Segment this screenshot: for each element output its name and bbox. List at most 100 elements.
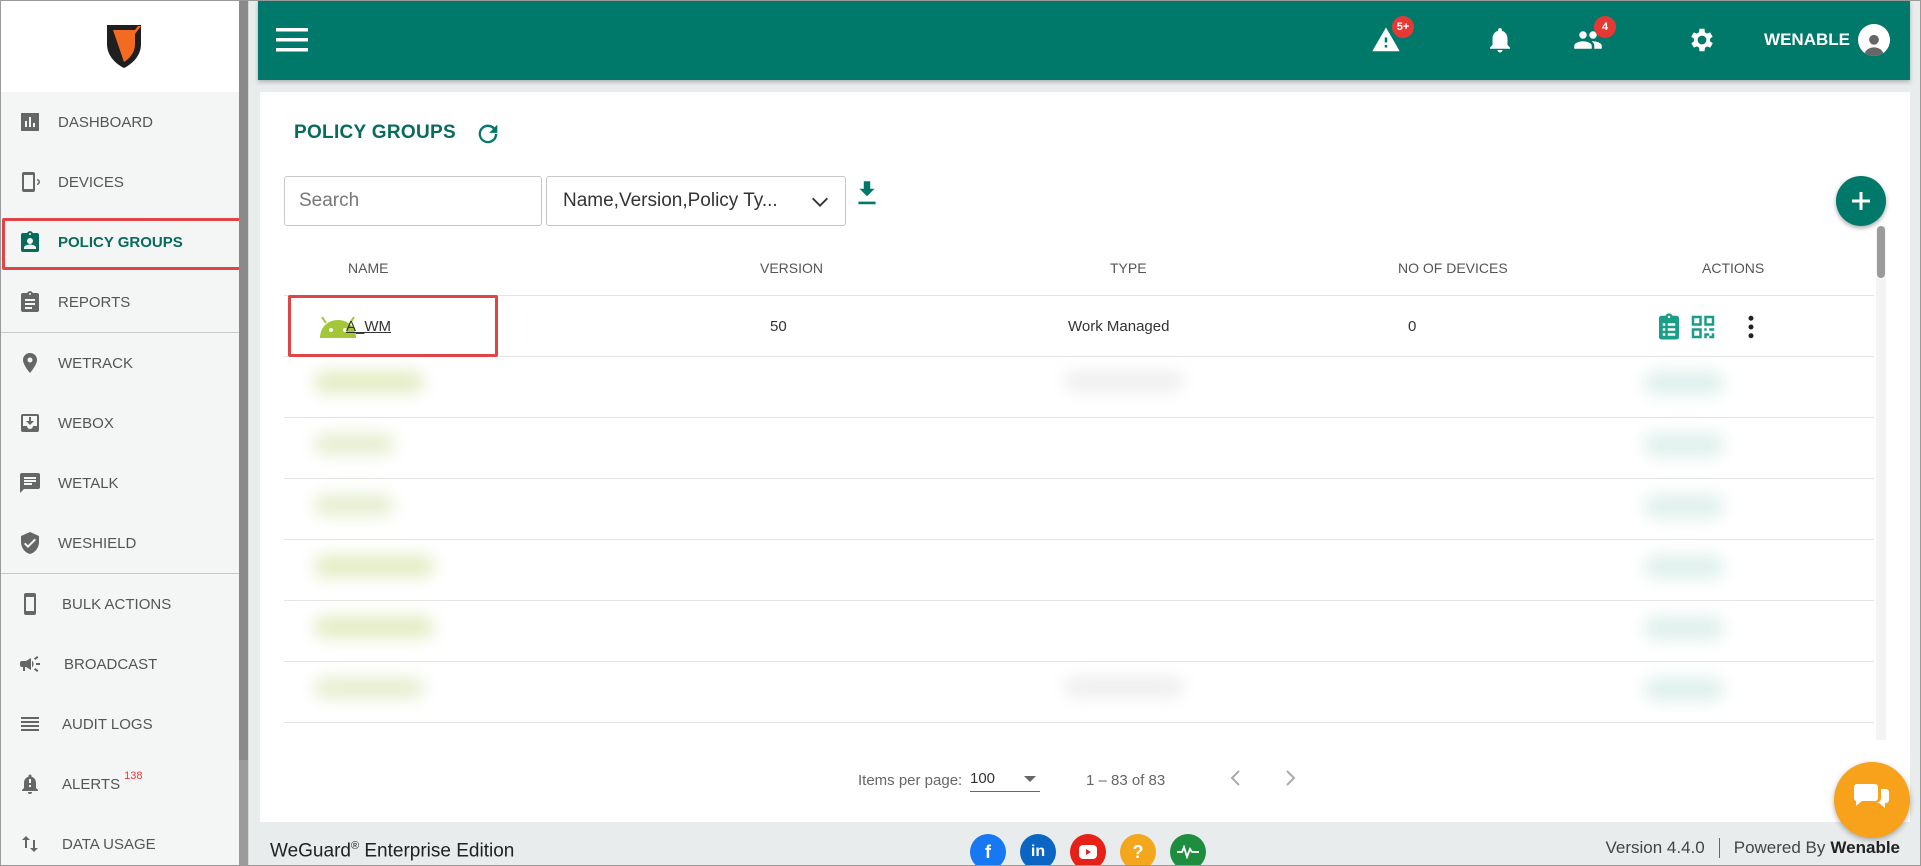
list-icon [16, 710, 44, 738]
column-header-type[interactable]: TYPE [1110, 260, 1147, 276]
swap-vertical-icon [16, 830, 44, 858]
paginator-range: 1 – 83 of 83 [1086, 772, 1166, 789]
paginator: Items per page: 100 1 – 83 of 83 [260, 752, 1910, 802]
policy-group-version: 50 [770, 318, 787, 335]
users-badge: 4 [1594, 16, 1616, 38]
hamburger-menu-icon[interactable] [276, 26, 310, 54]
previous-page-icon[interactable] [1224, 766, 1248, 790]
user-menu[interactable]: WENABLE [1764, 22, 1890, 58]
sidebar-item-label: DATA USAGE [62, 835, 156, 853]
items-per-page-select[interactable]: 100 [970, 770, 1040, 792]
search-input[interactable] [284, 176, 542, 226]
chat-bubbles-icon [1853, 784, 1889, 808]
social-links: f in ? [970, 834, 1206, 866]
version-info: Version 4.4.0 Powered By Wenable [1605, 838, 1900, 858]
download-icon[interactable] [854, 178, 880, 208]
qr-code-icon[interactable] [1688, 312, 1718, 342]
sidebar-item-devices[interactable]: DEVICES [0, 152, 240, 212]
chat-icon [16, 469, 44, 497]
sidebar-item-dashboard[interactable]: DASHBOARD [0, 92, 240, 152]
chat-widget-button[interactable] [1834, 762, 1910, 838]
clipboard-icon [16, 288, 44, 316]
table-scrollbar-thumb[interactable] [1877, 226, 1885, 278]
add-policy-group-button[interactable] [1836, 176, 1886, 226]
top-bar: 5+ 4 WENABLE [258, 0, 1910, 80]
sidebar-item-broadcast[interactable]: BROADCAST [0, 634, 240, 694]
footer: WeGuard® Enterprise Edition f in ? Versi… [258, 828, 1910, 866]
sidebar-item-label: DASHBOARD [58, 113, 154, 131]
highlight-annotation [288, 295, 498, 357]
column-header-name[interactable]: NAME [348, 260, 388, 276]
bar-chart-icon [16, 108, 44, 136]
alerts-badge: 5+ [1392, 16, 1414, 38]
search-field-select-value: Name,Version,Policy Ty... [563, 190, 778, 211]
highlight-annotation [2, 218, 242, 270]
sidebar-scrollbar[interactable] [239, 0, 248, 866]
policy-groups-panel: POLICY GROUPS Name,Version,Policy Ty... … [260, 92, 1910, 822]
user-name: WENABLE [1764, 30, 1850, 49]
column-header-actions: ACTIONS [1702, 260, 1765, 276]
footer-separator [1718, 838, 1720, 858]
column-header-devices[interactable]: NO OF DEVICES [1398, 260, 1508, 276]
company-name: Wenable [1830, 838, 1900, 857]
search-field-select[interactable]: Name,Version,Policy Ty... [546, 176, 846, 226]
table-row[interactable]: A_WM 50 Work Managed 0 [284, 296, 1874, 357]
items-per-page-value: 100 [970, 770, 996, 787]
shield-logo-icon [107, 25, 141, 68]
device-icon [16, 168, 44, 196]
sidebar-item-label: AUDIT LOGS [62, 715, 153, 733]
help-icon[interactable]: ? [1120, 834, 1156, 866]
powered-by-label: Powered By [1733, 838, 1826, 857]
alert-bell-icon [16, 770, 44, 798]
alerts-button[interactable]: 5+ [1368, 16, 1414, 58]
more-vertical-icon[interactable] [1736, 312, 1766, 342]
plus-icon [1852, 192, 1870, 210]
facebook-icon[interactable]: f [970, 834, 1006, 866]
bell-icon [1490, 28, 1510, 53]
items-per-page-label: Items per page: [858, 772, 963, 789]
notifications-button[interactable] [1482, 22, 1518, 58]
sidebar-item-label: WEBOX [58, 414, 114, 432]
linkedin-icon[interactable]: in [1020, 834, 1056, 866]
sidebar-item-label: WESHIELD [58, 534, 137, 552]
sidebar: DASHBOARD DEVICES POLICY GROUPS REPORTS … [0, 0, 249, 866]
obscured-table-rows [284, 357, 1874, 739]
sidebar-item-audit-logs[interactable]: AUDIT LOGS [0, 694, 240, 754]
app-logo[interactable] [0, 0, 248, 92]
settings-button[interactable] [1684, 22, 1720, 58]
status-pulse-icon[interactable] [1170, 834, 1206, 866]
column-header-version[interactable]: VERSION [760, 260, 823, 276]
chevron-down-icon [812, 197, 828, 207]
table-scrollbar[interactable] [1876, 226, 1886, 740]
youtube-icon[interactable] [1070, 834, 1106, 866]
download-box-icon [16, 409, 44, 437]
users-button[interactable]: 4 [1570, 16, 1616, 58]
megaphone-icon [16, 650, 44, 678]
next-page-icon[interactable] [1278, 766, 1302, 790]
sidebar-item-label: REPORTS [58, 293, 131, 311]
sidebar-item-reports[interactable]: REPORTS [0, 272, 240, 332]
version-label: Version 4.4.0 [1605, 838, 1705, 857]
sidebar-item-wetalk[interactable]: WETALK [0, 453, 240, 513]
policy-details-icon[interactable] [1654, 312, 1684, 342]
alerts-count-badge: 138 [124, 770, 143, 782]
sidebar-item-alerts[interactable]: ALERTS 138 [0, 754, 240, 814]
sidebar-item-bulk-actions[interactable]: BULK ACTIONS [0, 574, 240, 634]
sidebar-item-weshield[interactable]: WESHIELD [0, 513, 240, 573]
dropdown-arrow-icon [1024, 776, 1036, 782]
location-pin-icon [16, 349, 44, 377]
sidebar-scrollbar-thumb[interactable] [239, 0, 248, 760]
refresh-icon[interactable] [474, 120, 502, 148]
sidebar-item-label: BULK ACTIONS [62, 595, 172, 613]
sidebar-item-webox[interactable]: WEBOX [0, 393, 240, 453]
sidebar-item-wetrack[interactable]: WETRACK [0, 333, 240, 393]
policy-group-device-count: 0 [1408, 318, 1417, 335]
footer-brand: WeGuard® Enterprise Edition [270, 840, 514, 862]
gear-icon [1691, 28, 1713, 52]
edition-label: Enterprise Edition [359, 840, 515, 862]
avatar-icon [1858, 24, 1890, 56]
sidebar-item-label: DEVICES [58, 173, 124, 191]
sidebar-item-data-usage[interactable]: DATA USAGE [0, 814, 240, 866]
sidebar-item-label: BROADCAST [64, 655, 158, 673]
sidebar-item-label: WETRACK [58, 354, 133, 372]
